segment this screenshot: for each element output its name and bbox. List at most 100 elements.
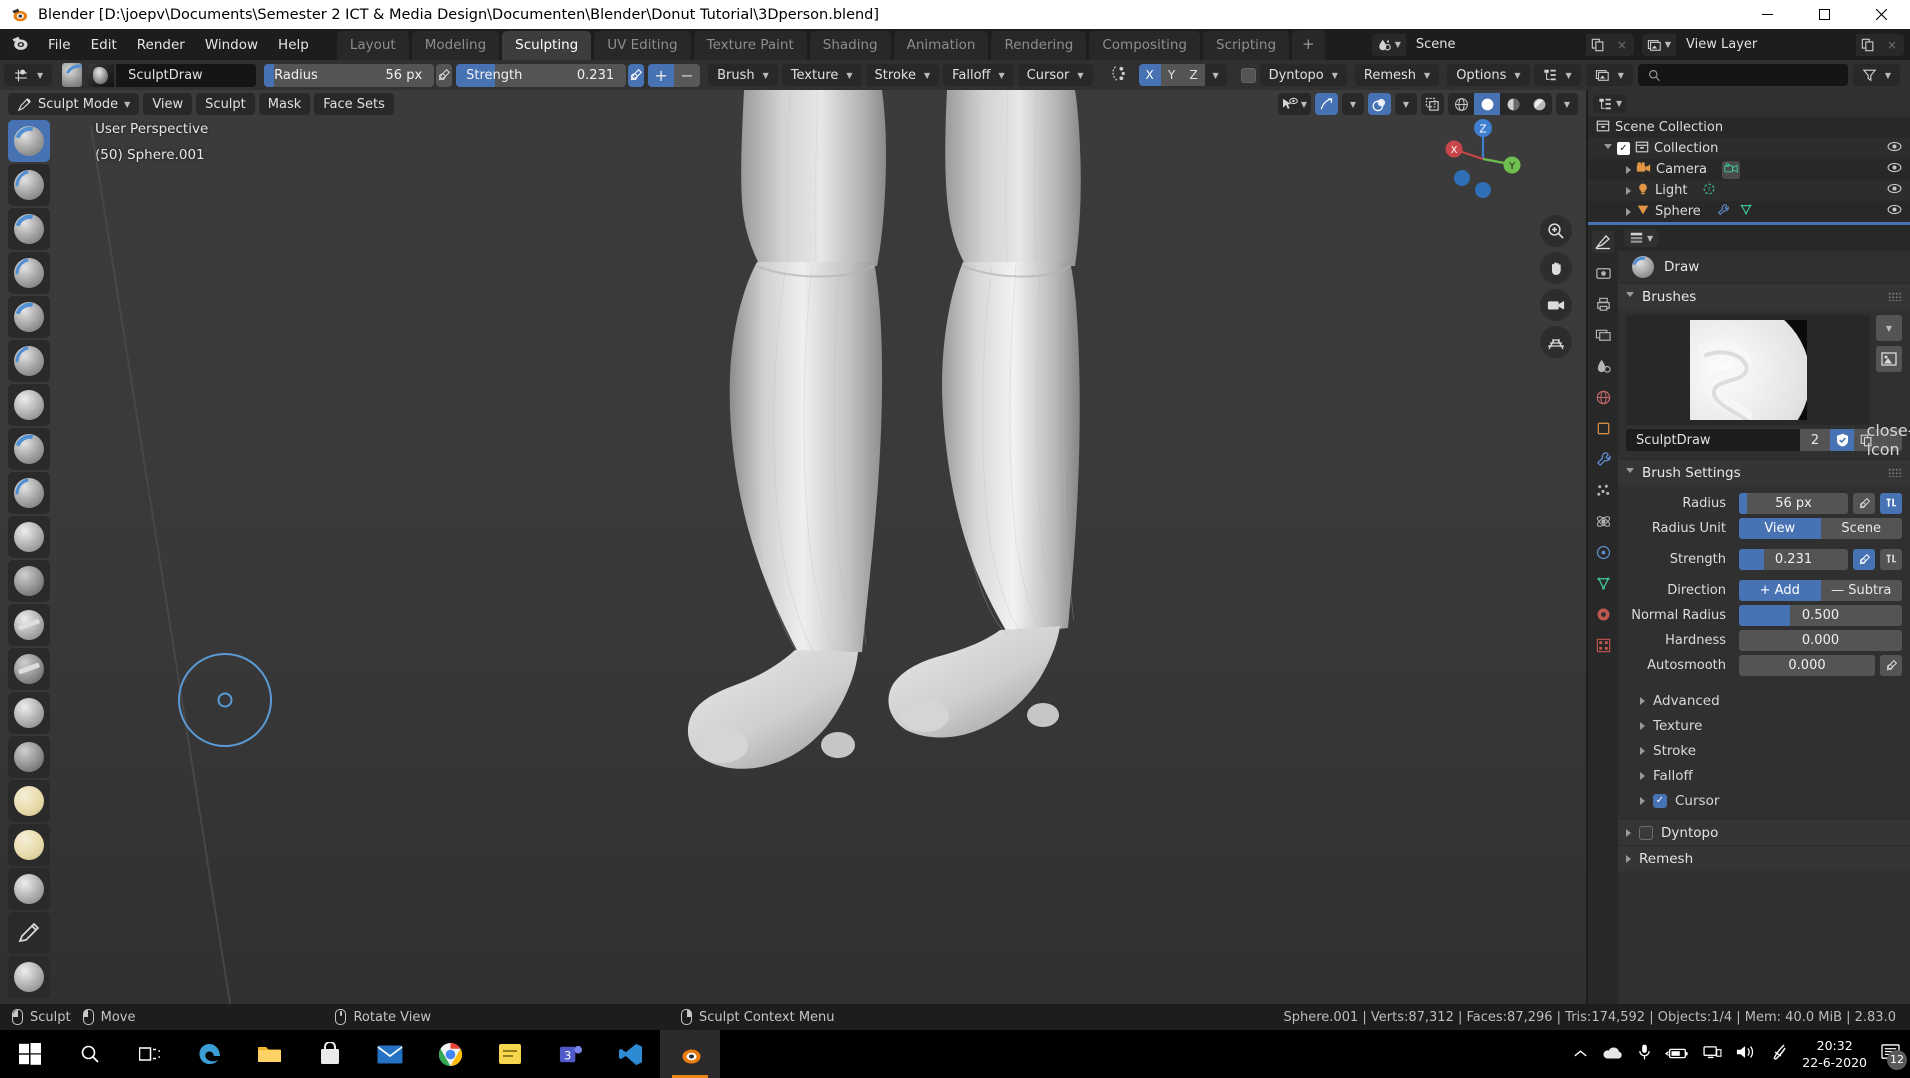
brush-settings-panel-header[interactable]: Brush Settings (1618, 459, 1910, 485)
chevron-right-icon[interactable] (1626, 186, 1631, 195)
browse-brush-dropdown[interactable]: ▼ (1876, 315, 1902, 341)
radius-pressure-button[interactable] (1853, 493, 1875, 514)
properties-tab-tool[interactable] (1592, 231, 1614, 253)
face-sets-menu[interactable]: Face Sets (314, 93, 394, 115)
tool-layer[interactable] (8, 340, 50, 382)
remesh-menu[interactable]: Remesh ▼ (1354, 64, 1440, 86)
brush-preview-box[interactable] (1626, 315, 1870, 425)
options-menu[interactable]: Options ▼ (1447, 64, 1530, 86)
properties-tab-scene[interactable] (1592, 355, 1614, 377)
tab-texture-paint[interactable]: Texture Paint (693, 30, 807, 60)
texture-menu[interactable]: Texture ▼ (781, 64, 862, 86)
tab-modeling[interactable]: Modeling (411, 30, 500, 60)
brush-users-count[interactable]: 2 (1800, 429, 1830, 451)
properties-tab-view-layer[interactable] (1592, 324, 1614, 346)
microphone-icon[interactable] (1638, 1043, 1651, 1065)
dyntopo-checkbox[interactable] (1240, 67, 1256, 83)
tab-animation[interactable]: Animation (893, 30, 989, 60)
outliner-row-light[interactable]: Light ? (1588, 180, 1910, 201)
fake-user-button[interactable] (1830, 429, 1854, 451)
xray-toggle-button[interactable] (1421, 93, 1444, 115)
falloff-menu[interactable]: Falloff ▼ (943, 64, 1014, 86)
interaction-mode-selector[interactable]: Sculpt Mode ▼ (8, 93, 140, 115)
taskbar-vscode-button[interactable] (600, 1030, 660, 1078)
blender-app-icon[interactable] (10, 33, 30, 57)
windows-start-button[interactable] (0, 1030, 60, 1078)
visibility-eye-icon[interactable] (1887, 204, 1902, 219)
tool-pinch[interactable] (8, 736, 50, 778)
menu-edit[interactable]: Edit (81, 34, 127, 56)
hardness-slider[interactable]: 0.000 (1739, 630, 1902, 651)
battery-icon[interactable] (1665, 1045, 1689, 1064)
view-layer-browse-button[interactable]: ▼ (1641, 33, 1676, 56)
editor-type-button[interactable]: ▼ (4, 64, 53, 86)
new-scene-button[interactable] (1585, 33, 1610, 56)
symmetry-options-dropdown[interactable]: ▼ (1204, 64, 1227, 86)
outliner-row-camera[interactable]: Camera (1588, 159, 1910, 180)
overlays-options-dropdown[interactable]: ▼ (1395, 93, 1417, 115)
unlink-brush-button[interactable]: close-icon (1867, 421, 1910, 459)
subsection-falloff[interactable]: Falloff (1618, 763, 1910, 788)
zoom-view-button[interactable] (1540, 215, 1572, 247)
shading-material-preview-button[interactable] (1500, 93, 1526, 115)
tool-measure[interactable] (8, 956, 50, 998)
tool-crease[interactable] (8, 472, 50, 514)
chevron-right-icon[interactable] (1626, 207, 1631, 216)
active-brush-preview[interactable] (62, 63, 83, 87)
shading-wireframe-button[interactable] (1448, 93, 1474, 115)
action-center-button[interactable]: 12 (1881, 1043, 1907, 1070)
dyntopo-enable-checkbox[interactable] (1639, 825, 1653, 840)
mesh-data-icon[interactable] (1739, 203, 1753, 221)
strength-pressure-button[interactable] (1853, 549, 1875, 570)
symmetry-x-button[interactable]: X (1138, 64, 1161, 86)
stroke-menu[interactable]: Stroke ▼ (865, 64, 940, 86)
tool-grab[interactable] (8, 780, 50, 822)
direction-subtract-button[interactable]: — Subtra (1820, 580, 1902, 601)
radius-unit-view-button[interactable]: View (1739, 518, 1821, 539)
panel-grip[interactable] (1888, 468, 1902, 477)
menu-render[interactable]: Render (127, 34, 195, 56)
subsection-cursor[interactable]: ✓ Cursor (1618, 788, 1910, 813)
maximize-button[interactable] (1796, 0, 1853, 29)
modifier-icon[interactable] (1716, 203, 1730, 221)
tab-scripting[interactable]: Scripting (1203, 30, 1290, 60)
light-data-icon[interactable]: ? (1702, 182, 1716, 200)
volume-icon[interactable] (1736, 1044, 1756, 1064)
subsection-texture[interactable]: Texture (1618, 713, 1910, 738)
tab-shading[interactable]: Shading (809, 30, 891, 60)
autosmooth-slider[interactable]: 0.000 (1739, 655, 1875, 676)
properties-tab-data[interactable] (1592, 572, 1614, 594)
taskbar-mail-button[interactable] (360, 1030, 420, 1078)
properties-tab-constraints[interactable] (1592, 541, 1614, 563)
taskbar-edge-button[interactable] (180, 1030, 240, 1078)
properties-tab-world[interactable] (1592, 386, 1614, 408)
tab-rendering[interactable]: Rendering (991, 30, 1087, 60)
new-view-layer-button[interactable] (1856, 33, 1880, 56)
properties-tab-object[interactable] (1592, 417, 1614, 439)
shading-solid-button[interactable] (1474, 93, 1500, 115)
tool-draw-sharp[interactable] (8, 164, 50, 206)
taskbar-teams-button[interactable]: 3 (540, 1030, 600, 1078)
onedrive-icon[interactable] (1602, 1045, 1624, 1064)
tool-inflate[interactable] (8, 384, 50, 426)
tool-fill[interactable] (8, 604, 50, 646)
radius-property-slider[interactable]: 56 px (1739, 493, 1848, 514)
toggle-orthographic-button[interactable] (1540, 326, 1572, 358)
tool-flatten[interactable] (8, 560, 50, 602)
toggle-camera-view-button[interactable] (1540, 289, 1572, 321)
add-direction-button[interactable]: + (648, 63, 675, 87)
collection-enable-checkbox[interactable]: ✓ (1617, 142, 1630, 155)
tool-clay[interactable] (8, 208, 50, 250)
sculpt-menu[interactable]: Sculpt (196, 93, 255, 115)
move-view-button[interactable] (1540, 252, 1572, 284)
brush-thumbnail[interactable] (88, 63, 115, 87)
radius-unified-button[interactable] (1880, 493, 1902, 514)
autosmooth-pressure-button[interactable] (1880, 655, 1902, 676)
tool-draw[interactable] (8, 120, 50, 162)
tab-layout[interactable]: Layout (336, 30, 409, 60)
section-remesh[interactable]: Remesh (1618, 845, 1910, 871)
properties-editor-type-button[interactable]: ▼ (1624, 229, 1659, 247)
tool-blob[interactable] (8, 428, 50, 470)
tool-annotate[interactable] (8, 912, 50, 954)
taskbar-store-button[interactable] (300, 1030, 360, 1078)
